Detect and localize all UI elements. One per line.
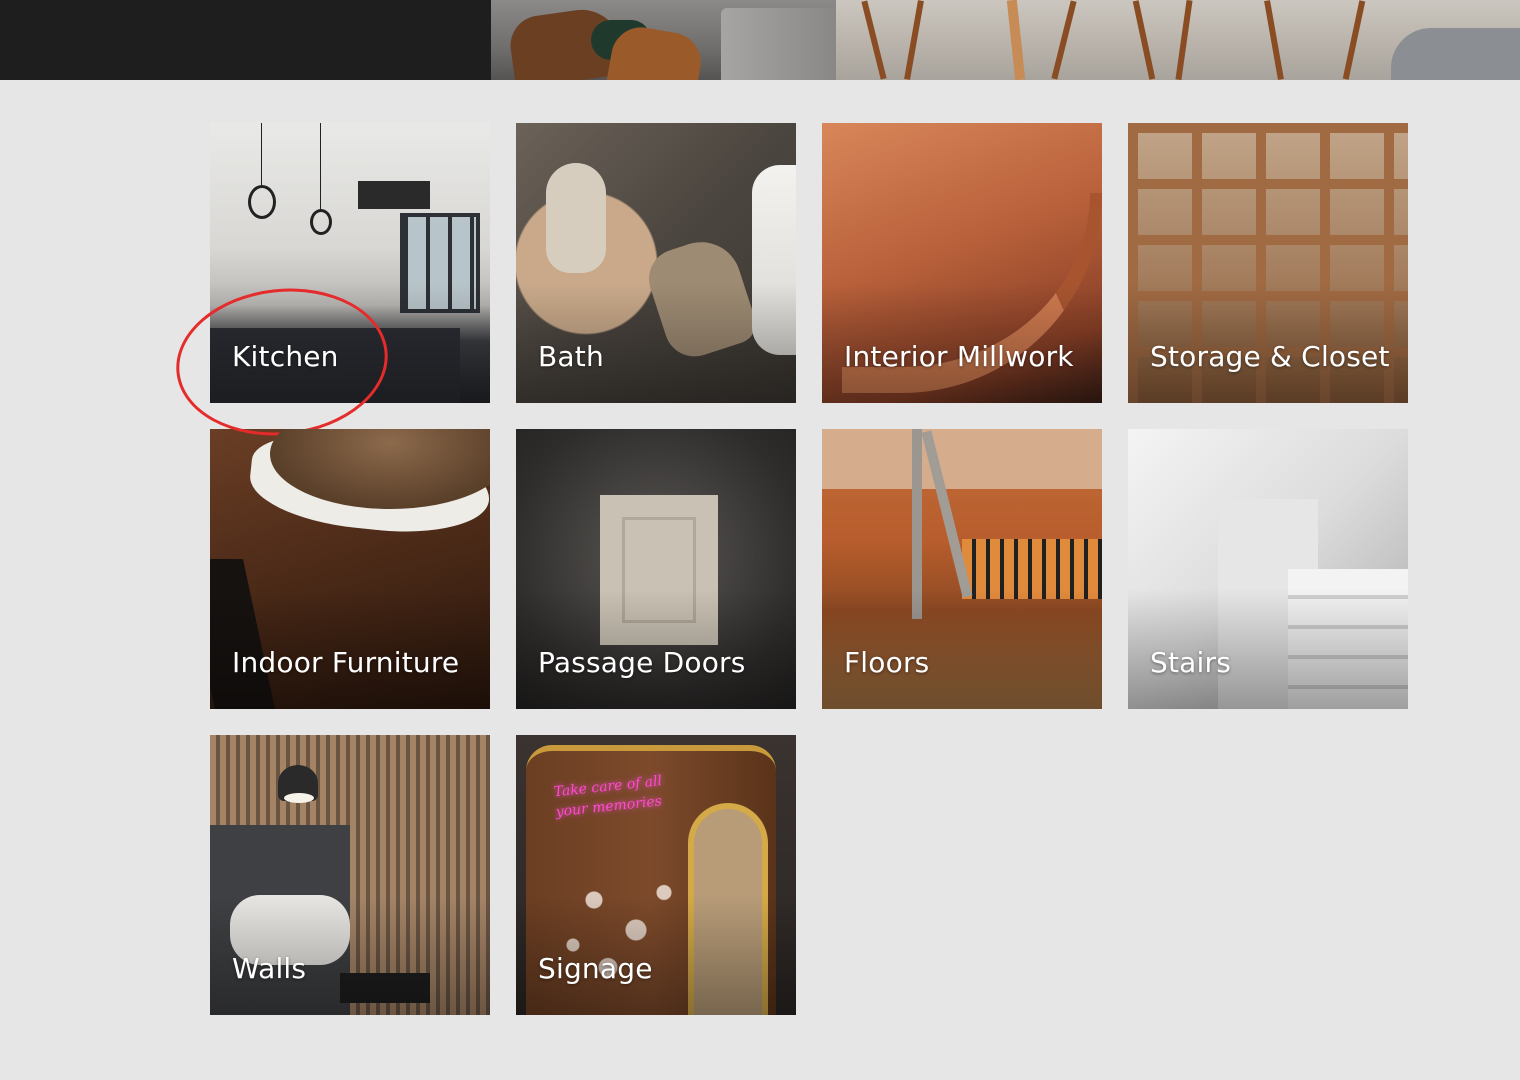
category-label: Passage Doors — [538, 646, 746, 679]
category-tile-interior-millwork[interactable]: Interior Millwork — [822, 123, 1102, 403]
category-tile-storage-closet[interactable]: Storage & Closet — [1128, 123, 1408, 403]
category-tile-signage[interactable]: Take care of all your memories Signage — [516, 735, 796, 1015]
category-tile-walls[interactable]: Walls — [210, 735, 490, 1015]
category-label: Stairs — [1150, 646, 1231, 679]
category-label: Indoor Furniture — [232, 646, 460, 679]
hero-banner — [0, 0, 1520, 80]
category-tile-bath[interactable]: Bath — [516, 123, 796, 403]
category-tile-kitchen[interactable]: Kitchen — [210, 123, 490, 403]
banner-photo — [491, 0, 1520, 80]
page: Kitchen Bath Interior Millwork Storage &… — [0, 0, 1520, 1080]
category-grid: Kitchen Bath Interior Millwork Storage &… — [210, 123, 1408, 1015]
category-tile-passage-doors[interactable]: Passage Doors — [516, 429, 796, 709]
category-label: Floors — [844, 646, 930, 679]
neon-sign-text: Take care of all your memories — [552, 773, 663, 821]
category-label: Signage — [538, 952, 653, 985]
category-label: Walls — [232, 952, 307, 985]
category-label: Kitchen — [232, 340, 339, 373]
category-tile-indoor-furniture[interactable]: Indoor Furniture — [210, 429, 490, 709]
category-label: Bath — [538, 340, 604, 373]
category-label: Interior Millwork — [844, 340, 1074, 373]
banner-dark-panel — [0, 0, 491, 80]
category-tile-stairs[interactable]: Stairs — [1128, 429, 1408, 709]
category-tile-floors[interactable]: Floors — [822, 429, 1102, 709]
category-label: Storage & Closet — [1150, 340, 1390, 373]
